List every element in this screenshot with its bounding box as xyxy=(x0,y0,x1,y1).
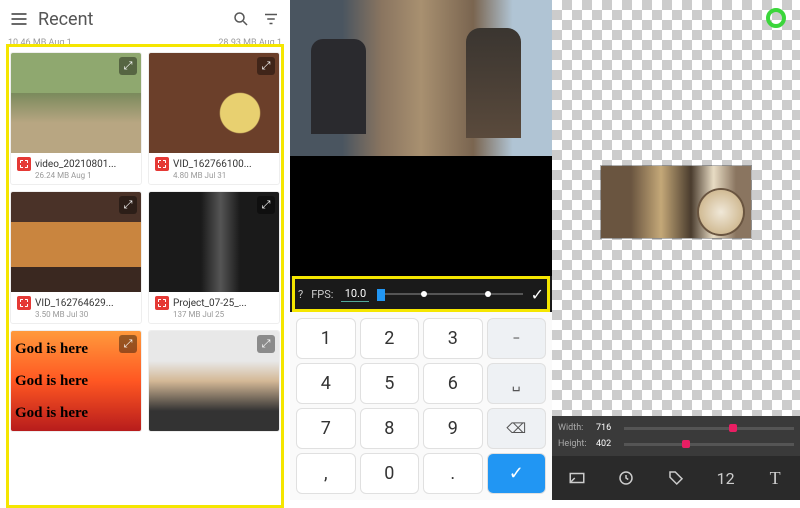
width-slider[interactable] xyxy=(624,427,794,430)
thumbnail-card[interactable]: ⤢ VID_162766100... 4.80 MB Jul 31 xyxy=(148,52,280,185)
thumbnail-card[interactable]: ⤢ xyxy=(148,330,280,432)
thumbnail-image: God is here God is here God is here ⤢ xyxy=(11,331,141,431)
video-icon xyxy=(17,296,31,310)
expand-icon[interactable]: ⤢ xyxy=(119,335,137,353)
fps-editor-panel: ? FPS: 10.0 ✓ 1 2 3 − 4 5 6 ␣ 7 8 9 ⌫ , … xyxy=(290,0,552,500)
file-name: Project_07-25_... xyxy=(173,298,247,309)
expand-icon[interactable]: ⤢ xyxy=(257,196,275,214)
record-indicator-icon xyxy=(766,8,786,28)
gallery-topbar: Recent xyxy=(0,0,290,38)
key-2[interactable]: 2 xyxy=(360,318,420,359)
thumbnail-grid: ⤢ video_20210801... 26.24 MB Aug 1 ⤢ VID… xyxy=(0,52,290,432)
fps-toolbar: ? FPS: 10.0 ✓ xyxy=(290,276,552,312)
range-start-handle[interactable] xyxy=(421,291,427,297)
layer-image[interactable] xyxy=(601,166,751,238)
fps-label: FPS: xyxy=(311,288,333,301)
scrub-cursor-icon[interactable] xyxy=(377,289,385,301)
key-3[interactable]: 3 xyxy=(423,318,483,359)
key-4[interactable]: 4 xyxy=(296,363,356,404)
key-1[interactable]: 1 xyxy=(296,318,356,359)
key-9[interactable]: 9 xyxy=(423,408,483,449)
key-space[interactable]: ␣ xyxy=(487,363,547,404)
video-icon xyxy=(155,296,169,310)
sub-right: 28.93 MB Aug 1 xyxy=(218,38,282,48)
range-end-handle[interactable] xyxy=(485,291,491,297)
overlay-text: God is here xyxy=(15,373,137,390)
expand-icon[interactable]: ⤢ xyxy=(257,57,275,75)
text-tool-icon[interactable]: T xyxy=(761,464,789,492)
slider-thumb[interactable] xyxy=(682,440,690,448)
overlay-text: God is here xyxy=(15,405,137,422)
history-tool-icon[interactable] xyxy=(612,464,640,492)
gallery-title: Recent xyxy=(38,9,222,30)
width-label: Width: xyxy=(558,423,592,433)
video-icon xyxy=(155,157,169,171)
top-meta-row: 10.46 MB Aug 1 28.93 MB Aug 1 xyxy=(0,38,290,52)
thumbnail-card[interactable]: ⤢ Project_07-25_... 137 MB Jul 25 xyxy=(148,191,280,324)
key-5[interactable]: 5 xyxy=(360,363,420,404)
key-0[interactable]: 0 xyxy=(360,453,420,494)
file-name: video_20210801... xyxy=(35,159,116,170)
confirm-icon[interactable]: ✓ xyxy=(531,285,544,304)
sub-left: 10.46 MB Aug 1 xyxy=(8,38,72,48)
menu-icon[interactable] xyxy=(8,8,30,30)
key-6[interactable]: 6 xyxy=(423,363,483,404)
key-7[interactable]: 7 xyxy=(296,408,356,449)
dimensions-panel: Width: 716 Height: 402 xyxy=(552,416,800,456)
expand-icon[interactable]: ⤢ xyxy=(257,335,275,353)
gallery-panel: Recent 10.46 MB Aug 1 28.93 MB Aug 1 ⤢ v… xyxy=(0,0,290,500)
expand-icon[interactable]: ⤢ xyxy=(119,196,137,214)
slider-thumb[interactable] xyxy=(729,424,737,432)
preview-gap xyxy=(290,156,552,276)
key-period[interactable]: . xyxy=(423,453,483,494)
expand-icon[interactable]: ⤢ xyxy=(119,57,137,75)
tag-tool-icon[interactable] xyxy=(662,464,690,492)
height-slider[interactable] xyxy=(624,443,794,446)
key-backspace[interactable]: ⌫ xyxy=(487,408,547,449)
key-comma[interactable]: , xyxy=(296,453,356,494)
key-minus[interactable]: − xyxy=(487,318,547,359)
thumbnail-image: ⤢ xyxy=(11,53,141,153)
file-meta: 137 MB Jul 25 xyxy=(173,310,273,319)
image-editor-panel: Width: 716 Height: 402 12 T xyxy=(552,0,800,500)
numeric-keypad: 1 2 3 − 4 5 6 ␣ 7 8 9 ⌫ , 0 . ✓ xyxy=(290,312,552,500)
aspect-tool-icon[interactable] xyxy=(563,464,591,492)
width-value: 716 xyxy=(596,423,620,433)
key-confirm[interactable]: ✓ xyxy=(487,453,547,494)
thumbnail-image: ⤢ xyxy=(149,192,279,292)
file-meta: 4.80 MB Jul 31 xyxy=(173,171,273,180)
help-icon[interactable]: ? xyxy=(298,288,303,301)
file-meta: 26.24 MB Aug 1 xyxy=(35,171,135,180)
file-meta: 3.50 MB Jul 30 xyxy=(35,310,135,319)
height-label: Height: xyxy=(558,439,592,449)
range-scrubber[interactable] xyxy=(377,293,522,295)
thumbnail-image: ⤢ xyxy=(149,53,279,153)
key-8[interactable]: 8 xyxy=(360,408,420,449)
thumbnail-card[interactable]: God is here God is here God is here ⤢ xyxy=(10,330,142,432)
editor-canvas[interactable] xyxy=(552,0,800,416)
search-icon[interactable] xyxy=(230,8,252,30)
filter-icon[interactable] xyxy=(260,8,282,30)
fps-input[interactable]: 10.0 xyxy=(341,286,369,302)
editor-toolbar: 12 T xyxy=(552,456,800,500)
thumbnail-image: ⤢ xyxy=(149,331,279,431)
thumbnail-image: ⤢ xyxy=(11,192,141,292)
file-name: VID_162766100... xyxy=(173,159,252,170)
video-preview xyxy=(290,0,552,156)
thumbnail-card[interactable]: ⤢ VID_162764629... 3.50 MB Jul 30 xyxy=(10,191,142,324)
thumbnail-card[interactable]: ⤢ video_20210801... 26.24 MB Aug 1 xyxy=(10,52,142,185)
file-name: VID_162764629... xyxy=(35,298,114,309)
video-icon xyxy=(17,157,31,171)
tool-number[interactable]: 12 xyxy=(712,464,740,492)
height-value: 402 xyxy=(596,439,620,449)
